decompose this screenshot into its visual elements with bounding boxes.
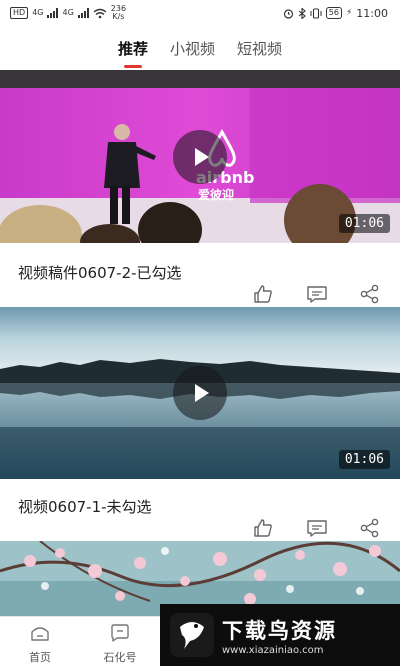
thumbs-up-icon (254, 285, 272, 303)
share-button[interactable] (359, 283, 381, 305)
network-type: 4G (32, 8, 44, 17)
wifi-icon (93, 8, 107, 18)
nav-home-label: 首页 (29, 651, 51, 664)
comment-icon (307, 286, 327, 303)
thumbs-up-icon (254, 519, 272, 537)
watermark-title: 下载鸟资源 (222, 618, 337, 643)
watermark-logo-icon (170, 613, 214, 657)
vibrate-icon (310, 7, 322, 19)
like-button[interactable] (252, 517, 274, 539)
video-duration: 01:06 (338, 450, 390, 469)
status-bar-left: HD 4G 4G 236 K/s (10, 5, 126, 21)
comment-button[interactable] (306, 283, 328, 305)
comment-button[interactable] (306, 517, 328, 539)
nav-shihua[interactable]: 石化号 (90, 623, 150, 665)
video-card-1[interactable]: airbnb 爱彼迎 01:06 (0, 70, 400, 243)
network-speed-unit: K/s (112, 12, 125, 21)
airbnb-brand-subtext: 爱彼迎 (198, 188, 235, 202)
network-type-2: 4G (62, 8, 74, 17)
bluetooth-icon (298, 7, 306, 19)
video-title[interactable]: 视频稿件0607-2-已勾选 (18, 262, 182, 283)
hd-badge: HD (10, 7, 29, 19)
watermark: 下载鸟资源 www.xiazainiao.com (160, 604, 400, 666)
video-actions (0, 517, 400, 541)
alarm-icon (283, 8, 293, 19)
share-icon (360, 284, 379, 304)
share-icon (360, 518, 379, 538)
top-tabs: 推荐 小视频 短视频 (0, 38, 400, 68)
video-actions (0, 283, 400, 307)
tab-small-video[interactable]: 小视频 (170, 38, 215, 64)
network-speed: 236 K/s (111, 5, 126, 21)
status-bar-right: 56 ⚡ 11:00 (283, 7, 388, 20)
signal-icon-2 (77, 8, 89, 18)
comment-icon (307, 520, 327, 537)
chat-bubble-icon (111, 624, 129, 642)
tab-short-video[interactable]: 短视频 (237, 38, 282, 64)
nav-home[interactable]: 首页 (10, 623, 70, 665)
video-title[interactable]: 视频0607-1-未勾选 (18, 496, 152, 517)
video-card-2[interactable]: 01:06 (0, 307, 400, 479)
like-button[interactable] (252, 283, 274, 305)
status-bar: HD 4G 4G 236 K/s 56 ⚡ 11:00 (0, 0, 400, 26)
battery-indicator: 56 (325, 7, 342, 19)
clock: 11:00 (356, 6, 388, 20)
share-button[interactable] (359, 517, 381, 539)
play-button[interactable] (173, 129, 227, 184)
tab-recommend[interactable]: 推荐 (118, 38, 148, 64)
signal-icon (47, 8, 59, 18)
home-icon (31, 627, 49, 641)
watermark-text: 下载鸟资源 www.xiazainiao.com (222, 615, 337, 656)
watermark-url: www.xiazainiao.com (222, 644, 324, 656)
play-button[interactable] (173, 366, 227, 420)
charging-icon: ⚡ (345, 8, 353, 18)
video-duration: 01:06 (338, 214, 390, 233)
nav-shihua-label: 石化号 (103, 651, 137, 664)
